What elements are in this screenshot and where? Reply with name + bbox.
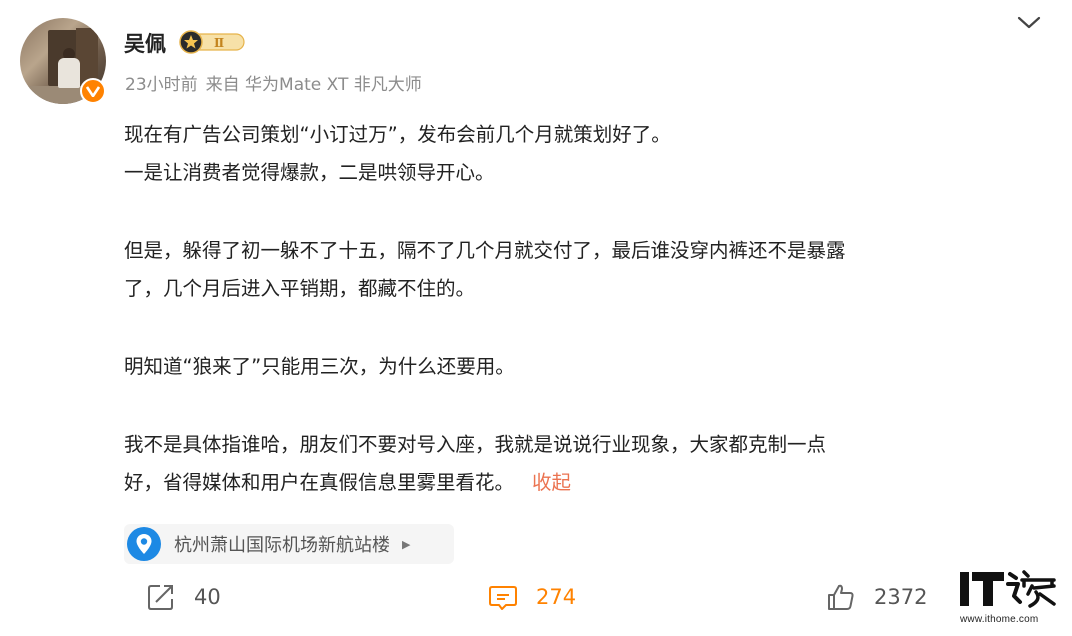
- chevron-right-icon: ▶: [402, 537, 411, 551]
- post-line: 了，几个月后进入平销期，都藏不住的。: [124, 277, 476, 300]
- verified-icon: [80, 78, 106, 104]
- repost-button[interactable]: 40: [146, 582, 221, 612]
- post-line: 我不是具体指谁哈，朋友们不要对号入座，我就是说说行业现象，大家都克制一点: [124, 433, 827, 456]
- post-line: 好，省得媒体和用户在真假信息里雾里看花。: [124, 471, 515, 494]
- post-line: 但是，躲得了初一躲不了十五，隔不了几个月就交付了，最后谁没穿内裤还不是暴露: [124, 239, 846, 262]
- post-line: 明知道“狼来了”只能用三次，为什么还要用。: [124, 355, 515, 378]
- ithome-url: www.ithome.com: [960, 614, 1039, 625]
- post-last-line: 好，省得媒体和用户在真假信息里雾里看花。 收起: [124, 464, 1044, 502]
- post-source: 来自 华为Mate XT 非凡大师: [205, 75, 422, 95]
- thumbs-up-icon: [828, 584, 854, 610]
- collapse-link[interactable]: 收起: [532, 471, 571, 494]
- post-content: 现在有广告公司策划“小订过万”，发布会前几个月就策划好了。 一是让消费者觉得爆款…: [124, 116, 1044, 502]
- comment-icon: [489, 586, 517, 610]
- post-meta: 23小时前 来自 华为Mate XT 非凡大师: [125, 70, 430, 95]
- like-button[interactable]: 2372: [826, 582, 927, 612]
- post-line: 一是让消费者觉得爆款，二是哄领导开心。: [124, 161, 495, 184]
- vip-level-text: Ⅱ: [214, 36, 224, 50]
- ithome-logo-icon: [960, 570, 1056, 608]
- repost-icon: [148, 585, 173, 610]
- post-line: 现在有广告公司策划“小订过万”，发布会前几个月就策划好了。: [124, 123, 671, 146]
- ithome-watermark: www.ithome.com: [958, 566, 1058, 630]
- post-time[interactable]: 23小时前: [125, 75, 198, 95]
- chevron-down-icon[interactable]: [1016, 14, 1042, 32]
- comment-count: 274: [536, 585, 577, 609]
- location-tag[interactable]: 杭州萧山国际机场新航站楼 ▶: [124, 524, 454, 564]
- like-count: 2372: [874, 585, 928, 609]
- location-pin-icon: [127, 527, 161, 561]
- vip-level-badge-icon[interactable]: Ⅱ: [178, 30, 246, 54]
- author-name[interactable]: 吴佩: [124, 28, 166, 58]
- location-name: 杭州萧山国际机场新航站楼: [174, 535, 390, 556]
- repost-count: 40: [194, 585, 221, 609]
- comment-button[interactable]: 274: [488, 582, 576, 612]
- avatar-photo-detail: [58, 58, 80, 88]
